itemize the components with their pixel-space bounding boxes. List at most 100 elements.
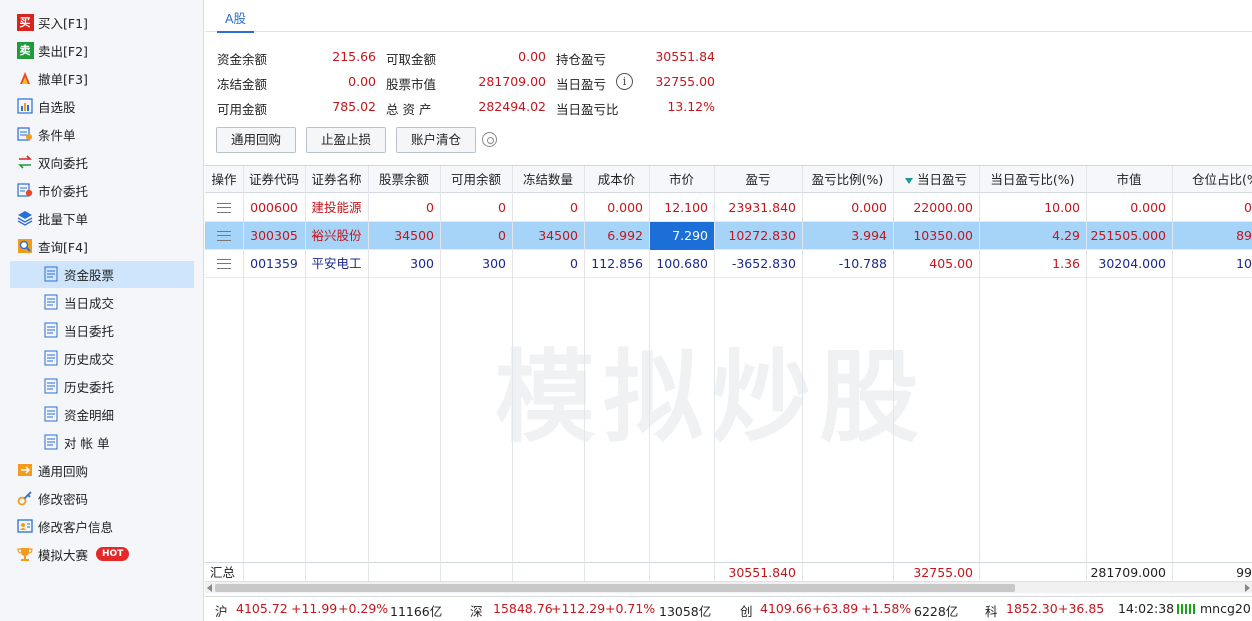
- cost-price: 6.992: [607, 228, 643, 243]
- repo-button[interactable]: 通用回购: [216, 127, 296, 153]
- stock-balance: 0: [426, 200, 434, 215]
- stop-profit-loss-button[interactable]: 止盈止损: [306, 127, 386, 153]
- column-header[interactable]: 可用余额: [440, 166, 512, 193]
- clear-positions-button[interactable]: 账户清仓: [396, 127, 476, 153]
- sidebar-item-market[interactable]: 市价委托: [16, 178, 88, 202]
- info-icon[interactable]: i: [616, 73, 633, 90]
- sidebar-subitem-today-deals[interactable]: 当日成交: [42, 290, 114, 314]
- column-header[interactable]: 操作: [205, 166, 243, 193]
- column-header[interactable]: 证券代码: [243, 166, 305, 193]
- cy-index: 4109.66: [760, 601, 812, 616]
- column-header-label: 当日盈亏: [916, 172, 967, 187]
- sidebar-item-condition[interactable]: 条件单: [16, 122, 76, 146]
- column-header[interactable]: 当日盈亏比(%): [979, 166, 1086, 193]
- tab-a-shares[interactable]: A股: [217, 6, 255, 33]
- column-header[interactable]: 市值: [1086, 166, 1172, 193]
- sidebar-item-label: 模拟大赛: [38, 547, 89, 563]
- sidebar-item-batch[interactable]: 批量下单: [16, 206, 88, 230]
- sidebar-subitem-today-orders[interactable]: 当日委托: [42, 318, 114, 342]
- status-bar: 沪 4105.72 +11.99 +0.29% 11166亿 深 15848.7…: [205, 596, 1252, 621]
- column-header[interactable]: 成本价: [584, 166, 649, 193]
- column-divider: [1172, 166, 1173, 581]
- summary-label: 冻结金额: [217, 77, 268, 92]
- day-pnl-pct: 1.36: [1052, 256, 1080, 271]
- document-icon: [42, 293, 60, 311]
- kc-change: +36.85: [1058, 601, 1105, 616]
- sort-desc-icon: [904, 177, 913, 184]
- position-pct: 0: [1244, 200, 1252, 215]
- watermark: 模拟炒股: [495, 339, 927, 456]
- day-pnl: 22000.00: [913, 200, 973, 215]
- sidebar-item-label: 通用回购: [38, 463, 89, 479]
- column-header[interactable]: 盈亏比例(%): [802, 166, 893, 193]
- frozen-qty: 0: [570, 200, 578, 215]
- column-header[interactable]: 证券名称: [305, 166, 368, 193]
- position-pct: 10: [1236, 256, 1252, 271]
- scroll-right-icon[interactable]: [1245, 584, 1250, 592]
- sidebar-item-label: 当日委托: [64, 323, 115, 339]
- market-value: 30204.000: [1098, 256, 1166, 271]
- horizontal-scrollbar[interactable]: [205, 581, 1252, 593]
- market-order-icon: [16, 181, 34, 199]
- summary-value: 13.12%: [667, 99, 715, 114]
- summary-label: 股票市值: [386, 77, 437, 92]
- table-row[interactable]: 001359 平安电工 300 300 0 112.856 100.680 -3652.830…: [205, 250, 1252, 278]
- sidebar-item-contest[interactable]: 模拟大赛 HOT: [16, 542, 130, 566]
- sidebar-item-label: 对 帐 单: [64, 435, 110, 451]
- two-way-order-icon: [16, 153, 34, 171]
- market-price: 12.100: [664, 200, 708, 215]
- column-divider: [1086, 166, 1087, 581]
- column-header[interactable]: 市价: [649, 166, 714, 193]
- table-row[interactable]: 300305 裕兴股份 34500 0 34500 6.992 7.290 10272.830…: [205, 222, 1252, 250]
- key-icon: [16, 489, 34, 507]
- row-menu-icon[interactable]: [205, 222, 243, 250]
- sz-index: 15848.76: [493, 601, 553, 616]
- sidebar-item-buy[interactable]: 买 买入[F1]: [16, 10, 88, 34]
- summary-pnl: 30551.840: [728, 565, 796, 580]
- column-header[interactable]: 盈亏: [714, 166, 802, 193]
- sidebar-subitem-fund-detail[interactable]: 资金明细: [42, 402, 114, 426]
- summary-value: 32755.00: [655, 74, 715, 89]
- summary-label: 可用金额: [217, 102, 268, 117]
- sidebar-item-change-password[interactable]: 修改密码: [16, 486, 88, 510]
- column-header[interactable]: 冻结数量: [512, 166, 584, 193]
- sidebar-subitem-history-orders[interactable]: 历史委托: [42, 374, 114, 398]
- positions-table: 模拟炒股 操作 证券代码 证券名称 股票余额 可用余额 冻结数量 成本价 市价 盈亏 盈亏比例(%…: [205, 165, 1252, 581]
- sidebar-item-sell[interactable]: 卖 卖出[F2]: [16, 38, 88, 62]
- day-pnl-pct: 10.00: [1044, 200, 1080, 215]
- sidebar-item-repo[interactable]: 通用回购: [16, 458, 88, 482]
- market-price: 7.290: [649, 222, 714, 250]
- column-header[interactable]: 仓位占比(%): [1172, 166, 1252, 193]
- column-header[interactable]: 股票余额: [368, 166, 440, 193]
- sz-volume: 13058亿: [659, 604, 712, 619]
- pnl-pct: -10.788: [838, 256, 887, 271]
- sidebar-item-label: 买入[F1]: [38, 15, 88, 31]
- summary-label: 可取金额: [386, 52, 437, 67]
- column-divider: [584, 166, 585, 581]
- position-pct: 89: [1236, 228, 1252, 243]
- column-header[interactable]: 当日盈亏: [893, 166, 979, 193]
- column-divider: [714, 166, 715, 581]
- sidebar-subitem-fund-stock[interactable]: 资金股票: [42, 262, 114, 286]
- sidebar-item-label: 条件单: [38, 127, 76, 143]
- settings-gear-icon[interactable]: [482, 132, 497, 147]
- sidebar-subitem-statement[interactable]: 对 帐 单: [42, 430, 109, 454]
- cy-percent: +1.58%: [861, 601, 912, 616]
- clock: 14:02:38: [1118, 601, 1175, 616]
- sidebar-item-two-way[interactable]: 双向委托: [16, 150, 88, 174]
- sidebar-item-cancel[interactable]: 撤单[F3]: [16, 66, 88, 90]
- sidebar-item-query[interactable]: 查询[F4]: [16, 234, 88, 258]
- column-divider: [368, 166, 369, 581]
- scrollbar-thumb[interactable]: [215, 584, 1015, 592]
- sidebar-subitem-history-deals[interactable]: 历史成交: [42, 346, 114, 370]
- table-row[interactable]: 000600 建投能源 0 0 0 0.000 12.100 23931.840 0.000 22…: [205, 194, 1252, 222]
- user-info-icon: [16, 517, 34, 535]
- sidebar-item-label: 资金明细: [64, 407, 115, 423]
- watchlist-icon: [16, 97, 34, 115]
- row-menu-icon[interactable]: [205, 250, 243, 278]
- sidebar-item-watchlist[interactable]: 自选股: [16, 94, 76, 118]
- row-menu-icon[interactable]: [205, 194, 243, 222]
- sz-percent: +0.71%: [605, 601, 656, 616]
- sidebar-item-customer-info[interactable]: 修改客户信息: [16, 514, 113, 538]
- scroll-left-icon[interactable]: [207, 584, 212, 592]
